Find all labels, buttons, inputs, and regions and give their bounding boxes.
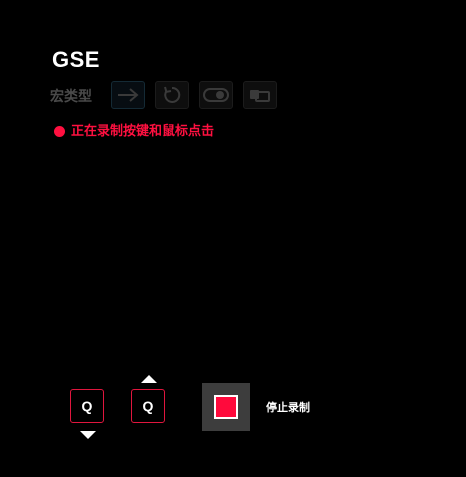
recorded-key-q-up: Q [131,389,165,423]
stop-recording-button[interactable] [202,383,250,431]
macro-type-toggle-button[interactable] [199,81,233,109]
toggle-icon [203,87,229,103]
recorded-key-q-down: Q [70,389,104,423]
macro-recorder-panel: GSE 宏类型 正在录制按键和鼠标点击 Q Q 停止录制 [0,0,466,477]
stop-icon [214,395,238,419]
macro-type-sequence-button[interactable] [111,81,145,109]
multi-key-icon [248,87,272,103]
recording-dot-icon [54,125,65,137]
key-down-arrow-icon [80,431,96,439]
arrow-right-icon [116,87,140,103]
macro-type-repeat-button[interactable] [155,81,189,109]
macro-type-label: 宏类型 [50,89,92,105]
repeat-icon [162,85,182,105]
page-title: GSE [52,47,100,72]
recording-status: 正在录制按键和鼠标点击 [54,120,214,139]
stop-recording-label: 停止录制 [266,401,310,414]
macro-type-multikey-button[interactable] [243,81,277,109]
key-up-arrow-icon [141,375,157,383]
recording-status-text: 正在录制按键和鼠标点击 [71,124,215,139]
